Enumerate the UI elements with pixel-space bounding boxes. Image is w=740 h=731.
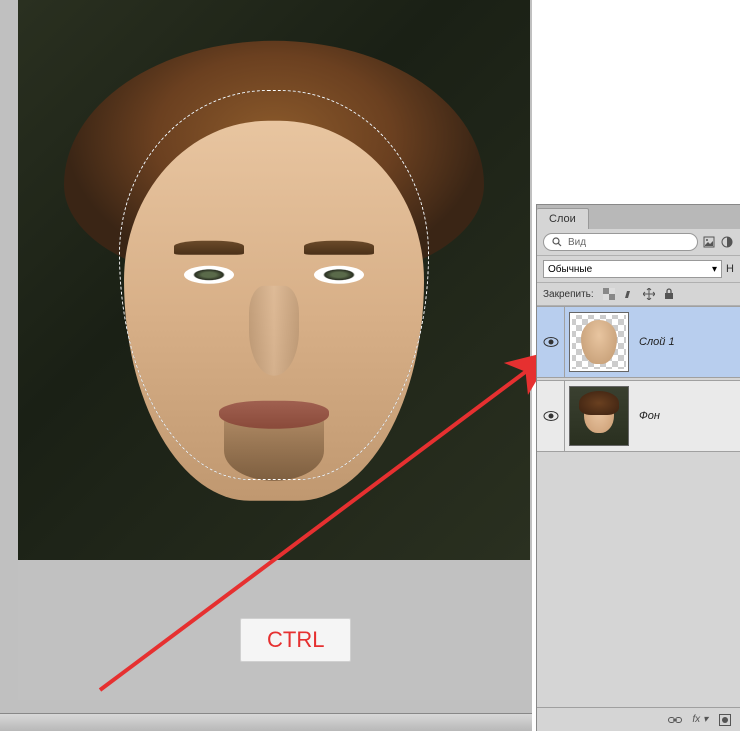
mask-icon[interactable] — [718, 713, 732, 727]
fx-button[interactable]: fx ▾ — [692, 714, 708, 725]
layer-visibility-toggle[interactable] — [537, 307, 565, 377]
status-bar — [0, 713, 532, 731]
opacity-label-truncated: Н — [726, 263, 734, 275]
ctrl-label: CTRL — [267, 627, 324, 652]
marching-ants-selection — [119, 90, 429, 480]
layer-visibility-toggle[interactable] — [537, 381, 565, 451]
link-layers-icon[interactable] — [668, 713, 682, 727]
layers-panel: Слои Вид Обычные ▾ Н Закрепить: — [536, 204, 740, 731]
layer-name[interactable]: Фон — [639, 410, 660, 422]
lock-all-icon[interactable] — [662, 287, 676, 301]
image-filter-icon[interactable] — [702, 235, 716, 249]
layer-filter-dropdown[interactable]: Вид — [543, 233, 698, 251]
lock-pixels-icon[interactable] — [622, 287, 636, 301]
blend-mode-select[interactable]: Обычные ▾ — [543, 260, 722, 278]
layer-filter-row: Вид — [537, 229, 740, 256]
document-canvas[interactable] — [18, 0, 530, 560]
tab-layers[interactable]: Слои — [537, 208, 589, 229]
ctrl-key-annotation: CTRL — [240, 618, 351, 662]
blend-mode-row: Обычные ▾ Н — [537, 256, 740, 283]
thumb-face — [581, 320, 617, 364]
layers-list: Слой 1 Фон — [537, 306, 740, 452]
search-icon — [550, 235, 564, 249]
lock-position-icon[interactable] — [642, 287, 656, 301]
lock-label: Закрепить: — [543, 289, 594, 300]
thumb-person — [570, 387, 628, 445]
layer-thumbnail[interactable] — [569, 386, 629, 446]
layer-item-1[interactable]: Слой 1 — [537, 306, 740, 378]
lock-row: Закрепить: — [537, 283, 740, 306]
layers-panel-footer: fx ▾ — [537, 707, 740, 731]
lock-transparency-icon[interactable] — [602, 287, 616, 301]
chevron-down-icon: ▾ — [712, 264, 717, 275]
layer-thumbnail[interactable] — [569, 312, 629, 372]
layer-name[interactable]: Слой 1 — [639, 336, 675, 348]
panel-tab-bar: Слои — [537, 205, 740, 229]
layer-item-background[interactable]: Фон — [537, 380, 740, 452]
lock-icons — [602, 287, 676, 301]
adjustment-filter-icon[interactable] — [720, 235, 734, 249]
